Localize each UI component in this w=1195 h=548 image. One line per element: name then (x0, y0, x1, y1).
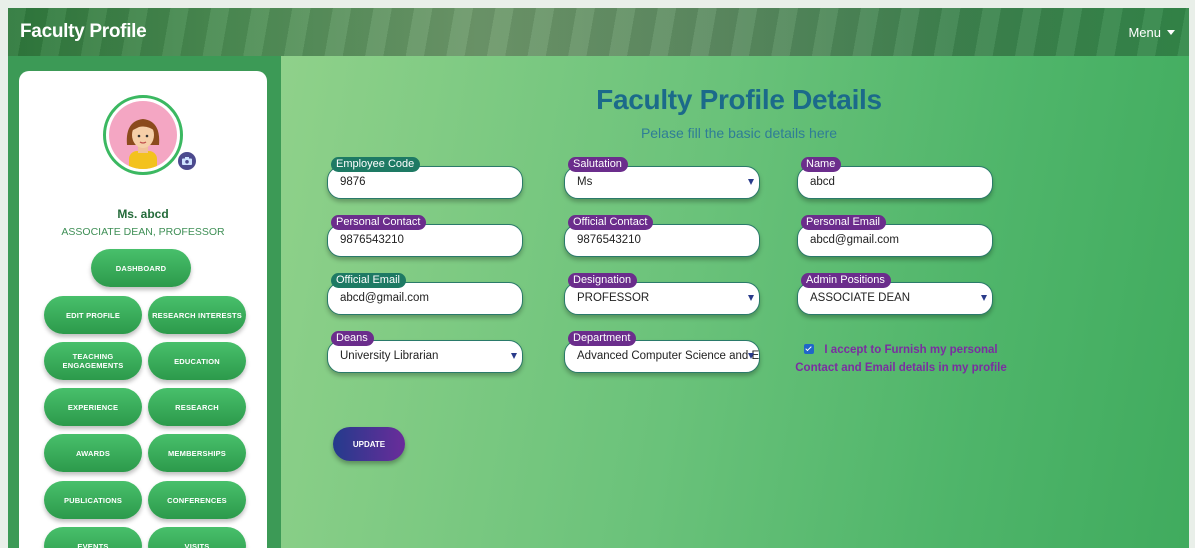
dashboard-button[interactable]: DASHBOARD (91, 249, 191, 287)
female-avatar-icon (109, 101, 177, 169)
name-field[interactable]: Name abcd (797, 157, 993, 199)
salutation-label: Salutation (568, 157, 628, 172)
page-title: Faculty Profile Details (596, 84, 882, 115)
dropdown-arrow-icon (511, 353, 517, 359)
designation-select[interactable]: Designation PROFESSOR (564, 273, 760, 315)
official-email-label: Official Email (331, 273, 406, 288)
page-subtitle: Pelase fill the basic details here (640, 125, 838, 141)
admin-positions-select[interactable]: Admin Positions ASSOCIATE DEAN (797, 273, 993, 315)
dropdown-arrow-icon (748, 353, 754, 359)
profile-role: ASSOCIATE DEAN, PROFESSOR (61, 226, 225, 238)
employee-code-label: Employee Code (331, 157, 421, 172)
personal-contact-label: Personal Contact (331, 215, 427, 230)
official-contact-label: Official Contact (568, 215, 654, 230)
profile-name: Ms. abcd (117, 207, 169, 221)
designation-label: Designation (568, 273, 638, 288)
events-button[interactable]: EVENTS (44, 527, 142, 548)
dropdown-arrow-icon (748, 179, 754, 185)
research-button[interactable]: RESEARCH (148, 388, 246, 426)
update-button[interactable]: UPDATE (333, 427, 405, 461)
caret-down-icon (1167, 30, 1175, 35)
department-select[interactable]: Department Advanced Computer Science and… (564, 331, 760, 373)
conferences-button[interactable]: CONFERENCES (148, 481, 246, 519)
admin-positions-label: Admin Positions (801, 273, 891, 288)
personal-email-label: Personal Email (801, 215, 886, 230)
salutation-select[interactable]: Salutation Ms (564, 157, 760, 199)
brand-title[interactable]: Faculty Profile (20, 21, 147, 43)
personal-contact-field[interactable]: Personal Contact 9876543210 (327, 215, 523, 257)
top-navbar: Faculty Profile Menu (8, 8, 1189, 56)
official-email-field[interactable]: Official Email abcd@gmail.com (327, 273, 523, 315)
dropdown-arrow-icon (981, 295, 987, 301)
awards-button[interactable]: AWARDS (44, 434, 142, 472)
edit-profile-button[interactable]: EDIT PROFILE (44, 296, 142, 334)
profile-sidebar: Ms. abcd ASSOCIATE DEAN, PROFESSOR DASHB… (19, 71, 267, 548)
profile-form-area: Faculty Profile Details Pelase fill the … (281, 56, 1189, 548)
menu-label: Menu (1128, 25, 1161, 40)
teaching-engagements-button[interactable]: TEACHING ENGAGEMENTS (44, 342, 142, 380)
employee-code-field[interactable]: Employee Code 9876 (327, 157, 523, 199)
header-background-image (8, 8, 1189, 56)
visits-button[interactable]: VISITS (148, 527, 246, 548)
publications-button[interactable]: PUBLICATIONS (44, 481, 142, 519)
name-label: Name (801, 157, 842, 172)
consent-text: I accept to Furnish my personal Contact … (795, 344, 1007, 374)
avatar-frame (103, 95, 183, 175)
dropdown-arrow-icon (748, 295, 754, 301)
camera-icon[interactable] (178, 152, 196, 170)
personal-email-field[interactable]: Personal Email abcd@gmail.com (797, 215, 993, 257)
menu-dropdown[interactable]: Menu (1128, 25, 1175, 40)
memberships-button[interactable]: MEMBERSHIPS (148, 434, 246, 472)
experience-button[interactable]: EXPERIENCE (44, 388, 142, 426)
education-button[interactable]: EDUCATION (148, 342, 246, 380)
deans-label: Deans (331, 331, 374, 346)
deans-select[interactable]: Deans University Librarian (327, 331, 523, 373)
consent-checkbox-row[interactable]: I accept to Furnish my personal Contact … (791, 341, 1011, 377)
research-interests-button[interactable]: RESEARCH INTERESTS (148, 296, 246, 334)
official-contact-field[interactable]: Official Contact 9876543210 (564, 215, 760, 257)
department-label: Department (568, 331, 637, 346)
consent-checkbox[interactable] (804, 344, 815, 354)
